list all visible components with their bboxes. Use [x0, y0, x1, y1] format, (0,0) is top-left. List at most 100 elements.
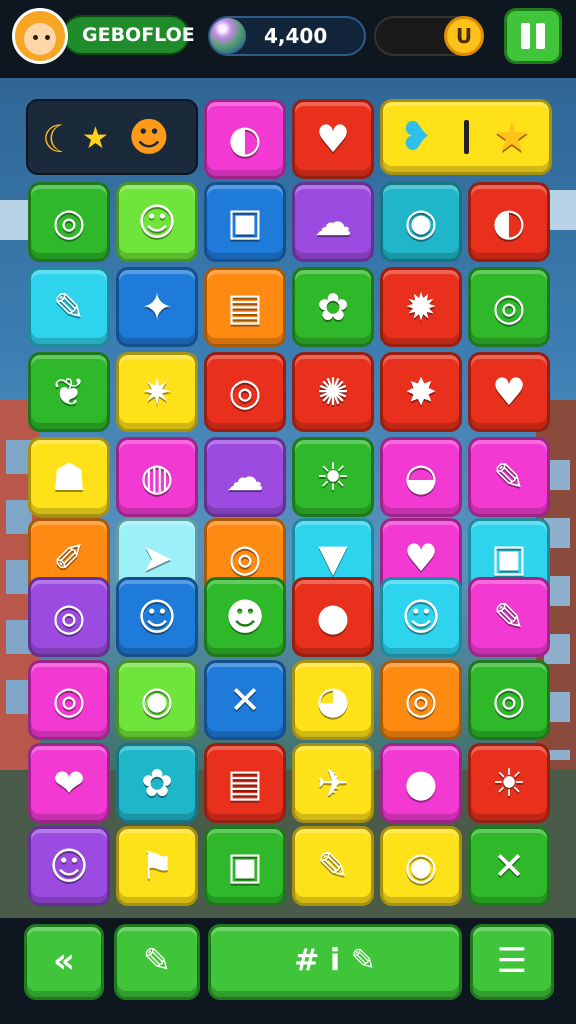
- menu-button[interactable]: ☰: [470, 924, 554, 1000]
- tile[interactable]: ✺: [292, 352, 374, 432]
- tile-icon: ◉: [404, 844, 438, 888]
- tile-icon: ◎: [52, 595, 86, 639]
- tile-icon: ☺: [137, 200, 177, 244]
- tile-icon: ❦: [53, 370, 85, 414]
- tile[interactable]: ✹: [380, 267, 462, 347]
- tile-icon: ♥: [403, 536, 439, 580]
- tile[interactable]: ♥: [468, 352, 550, 432]
- tile-icon: ✎: [493, 595, 525, 639]
- tile[interactable]: ✎: [468, 577, 550, 657]
- back-button[interactable]: «: [24, 924, 104, 1000]
- tile-icon: ◕: [316, 678, 350, 722]
- tile[interactable]: ☁: [204, 437, 286, 517]
- tile-icon: ✿: [317, 285, 349, 329]
- tile[interactable]: ☺: [380, 577, 462, 657]
- tile-icon: ✕: [493, 844, 525, 888]
- tile-icon: ●: [404, 761, 438, 805]
- tile[interactable]: ◎: [28, 182, 110, 262]
- tile[interactable]: ◎: [28, 577, 110, 657]
- star-icon: ★: [82, 121, 109, 156]
- tile-icon: ▤: [227, 761, 263, 805]
- tile-icon: ◉: [404, 200, 438, 244]
- pencil-button[interactable]: ✎: [114, 924, 200, 1000]
- tile[interactable]: ✕: [468, 826, 550, 906]
- tile[interactable]: ✿: [292, 267, 374, 347]
- tile-icon: ◍: [140, 455, 174, 499]
- pause-button[interactable]: [504, 8, 562, 64]
- tile[interactable]: ❦: [28, 352, 110, 432]
- tile[interactable]: ✷: [116, 352, 198, 432]
- tile[interactable]: ✿: [116, 743, 198, 823]
- tile-icon: ✎: [493, 455, 525, 499]
- tile[interactable]: ☺: [116, 577, 198, 657]
- player-name: GEBOFLOE: [62, 15, 195, 55]
- tile[interactable]: ☺: [116, 182, 198, 262]
- tile-icon: ◎: [404, 678, 438, 722]
- tile-icon: ☁: [226, 455, 264, 499]
- coin-icon[interactable]: U: [444, 16, 484, 56]
- tile-icon: ☺: [401, 595, 441, 639]
- tile[interactable]: ◎: [468, 267, 550, 347]
- tile[interactable]: ✕: [204, 660, 286, 740]
- tile-icon: ☺: [49, 844, 89, 888]
- tile-icon: ✈: [317, 761, 349, 805]
- tile-icon: ◎: [228, 536, 262, 580]
- tile-icon: ◉: [140, 678, 174, 722]
- tile-icon: ▣: [227, 200, 263, 244]
- tile[interactable]: ☺: [28, 826, 110, 906]
- tile-icon: ●: [316, 595, 350, 639]
- tile-icon: ▼: [318, 536, 348, 580]
- tile[interactable]: ▤: [204, 267, 286, 347]
- tile[interactable]: ◐: [204, 99, 286, 179]
- divider: [464, 120, 469, 154]
- star-icon: ★: [493, 112, 531, 161]
- tile[interactable]: ✎: [292, 826, 374, 906]
- tile-icon: ✺: [317, 370, 349, 414]
- tile[interactable]: ◒: [380, 437, 462, 517]
- hint-button[interactable]: # i ✎: [208, 924, 462, 1000]
- tile[interactable]: ☗: [28, 437, 110, 517]
- tile[interactable]: ✎: [28, 267, 110, 347]
- tile-icon: ▣: [227, 844, 263, 888]
- tile[interactable]: ●: [292, 577, 374, 657]
- tile[interactable]: ◎: [28, 660, 110, 740]
- tile-icon: ▤: [227, 285, 263, 329]
- tile-icon: ✕: [229, 678, 261, 722]
- tile[interactable]: ●: [380, 743, 462, 823]
- player-avatar[interactable]: [12, 8, 68, 64]
- tile[interactable]: ✈: [292, 743, 374, 823]
- tile[interactable]: ◎: [204, 352, 286, 432]
- tile-icon: ◐: [492, 200, 526, 244]
- tile[interactable]: ☻: [204, 577, 286, 657]
- tile[interactable]: ◕: [292, 660, 374, 740]
- tile[interactable]: ◍: [116, 437, 198, 517]
- tile[interactable]: ◉: [116, 660, 198, 740]
- tile-icon: ☀: [315, 455, 351, 499]
- tile-icon: ⚑: [139, 844, 175, 888]
- tile[interactable]: ☁: [292, 182, 374, 262]
- tile[interactable]: ⚑: [116, 826, 198, 906]
- tile[interactable]: ▤: [204, 743, 286, 823]
- avatar-face: [24, 23, 56, 55]
- tile-icon: ♥: [491, 370, 527, 414]
- tile[interactable]: ◎: [380, 660, 462, 740]
- tile[interactable]: ❤: [28, 743, 110, 823]
- tile[interactable]: ▣: [204, 826, 286, 906]
- tile[interactable]: ▣: [204, 182, 286, 262]
- tile-icon: ◎: [228, 370, 262, 414]
- moon-star-icon: ☾: [42, 117, 77, 161]
- tile-icon: ✐: [53, 536, 85, 580]
- tile-icon: ➤: [141, 536, 173, 580]
- tile[interactable]: ☀: [292, 437, 374, 517]
- tile[interactable]: ✸: [380, 352, 462, 432]
- tile-icon: ☁: [314, 200, 352, 244]
- tile[interactable]: ♥: [292, 99, 374, 179]
- tile[interactable]: ◉: [380, 182, 462, 262]
- tile[interactable]: ◉: [380, 826, 462, 906]
- tile[interactable]: ◐: [468, 182, 550, 262]
- tile[interactable]: ☀: [468, 743, 550, 823]
- tile[interactable]: ✦: [116, 267, 198, 347]
- tile[interactable]: ◎: [468, 660, 550, 740]
- tile-icon: ✎: [53, 285, 85, 329]
- tile[interactable]: ✎: [468, 437, 550, 517]
